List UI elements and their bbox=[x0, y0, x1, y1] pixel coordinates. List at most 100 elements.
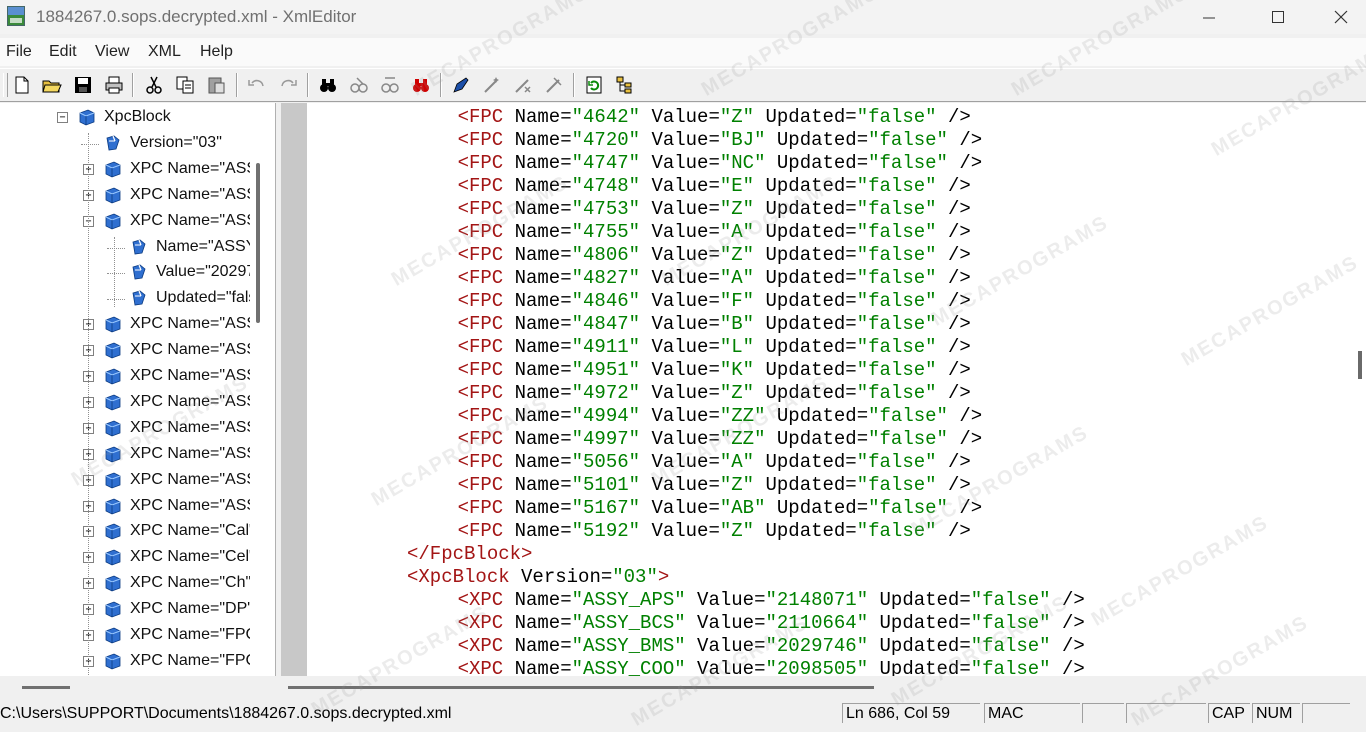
code-line[interactable]: <FPC Name="4806" Value="Z" Updated="fals… bbox=[458, 244, 971, 267]
tree-node[interactable]: +XPC Name="ASSY" bbox=[0, 417, 250, 441]
xml-element-icon bbox=[78, 108, 96, 126]
code-line[interactable]: <FPC Name="4827" Value="A" Updated="fals… bbox=[458, 267, 971, 290]
xml-attribute-value: "Z" bbox=[719, 244, 755, 266]
code-line[interactable]: <FPC Name="4748" Value="E" Updated="fals… bbox=[458, 175, 971, 198]
tree-node-label: XPC Name="ASSY" bbox=[130, 470, 250, 488]
xml-editor[interactable]: <FPC Name="4642" Value="Z" Updated="fals… bbox=[281, 103, 1366, 676]
tree-node[interactable]: + XPC Name="Ch" bbox=[0, 572, 250, 596]
close-button[interactable] bbox=[1318, 2, 1364, 30]
delete-attribute-button[interactable] bbox=[511, 73, 535, 97]
tree-horizontal-scrollbar[interactable] bbox=[22, 686, 70, 689]
code-line[interactable]: <FPC Name="5101" Value="Z" Updated="fals… bbox=[458, 474, 971, 497]
menu-edit[interactable]: Edit bbox=[49, 43, 77, 61]
code-line[interactable]: <XPC Name="ASSY_COO" Value="2098505" Upd… bbox=[458, 658, 1085, 676]
tree-node-label: XPC Name="FPC" bbox=[130, 626, 250, 643]
insert-element-button[interactable] bbox=[449, 73, 473, 97]
code-line[interactable]: <XPC Name="ASSY_BCS" Value="2110664" Upd… bbox=[458, 612, 1085, 635]
save-button[interactable] bbox=[71, 73, 95, 97]
tree-node[interactable]: −XPC Name="ASSY_BMS" bbox=[0, 210, 250, 234]
menu-file[interactable]: File bbox=[6, 43, 32, 61]
find-next-button[interactable] bbox=[347, 73, 371, 97]
code-line[interactable]: <FPC Name="5167" Value="AB" Updated="fal… bbox=[458, 497, 983, 520]
tree-node[interactable]: + XPC Name="Cal" bbox=[0, 520, 250, 544]
tree-node[interactable]: +XPC Name="ASSY" bbox=[0, 469, 250, 493]
tree-node[interactable]: + XPC Name="FPC" bbox=[0, 624, 250, 648]
delete-element-button[interactable] bbox=[542, 73, 566, 97]
copy-button[interactable] bbox=[173, 73, 197, 97]
toolbar-grip[interactable] bbox=[3, 73, 8, 97]
code-line[interactable]: <FPC Name="4755" Value="A" Updated="fals… bbox=[458, 221, 971, 244]
insert-attribute-button[interactable] bbox=[480, 73, 504, 97]
code-line[interactable]: <FPC Name="4753" Value="Z" Updated="fals… bbox=[458, 198, 971, 221]
code-line[interactable]: <FPC Name="4720" Value="BJ" Updated="fal… bbox=[458, 129, 983, 152]
tree-node[interactable]: +XPC Name="ASSY" bbox=[0, 495, 250, 519]
xml-tag: <XPC bbox=[457, 589, 504, 611]
cut-button[interactable] bbox=[142, 73, 166, 97]
tree-node[interactable]: + XPC Name="Cel" bbox=[0, 546, 250, 570]
code-line[interactable]: <FPC Name="4997" Value="ZZ" Updated="fal… bbox=[458, 428, 983, 451]
tree-node[interactable]: +XPC Name="ASSY" bbox=[0, 365, 250, 389]
code-line[interactable]: <FPC Name="4847" Value="B" Updated="fals… bbox=[458, 313, 971, 336]
print-button[interactable] bbox=[102, 73, 126, 97]
editor-horizontal-scrollbar[interactable] bbox=[288, 686, 874, 689]
code-line[interactable]: <FPC Name="4747" Value="NC" Updated="fal… bbox=[458, 152, 983, 175]
menu-xml[interactable]: XML bbox=[148, 43, 181, 61]
tree-view-button[interactable] bbox=[613, 73, 637, 97]
status-empty-3 bbox=[1302, 703, 1350, 723]
menu-help[interactable]: Help bbox=[200, 43, 233, 61]
code-line[interactable]: <FPC Name="4846" Value="F" Updated="fals… bbox=[458, 290, 971, 313]
code-line[interactable]: <FPC Name="4911" Value="L" Updated="fals… bbox=[458, 336, 971, 359]
undo-button[interactable] bbox=[245, 73, 269, 97]
binoculars-icon bbox=[320, 79, 336, 92]
xml-attribute-name: Updated= bbox=[868, 635, 971, 657]
xml-tag: <FPC bbox=[457, 520, 504, 542]
tree-node[interactable]: +XPC Name="ASSY_COO" bbox=[0, 313, 250, 337]
xml-attribute-value: "4753" bbox=[571, 198, 641, 220]
editor-vertical-scrollbar[interactable] bbox=[1358, 351, 1362, 379]
menu-view[interactable]: View bbox=[95, 43, 129, 61]
tree-node[interactable]: +XPC Name="ASSY_BCS" bbox=[0, 184, 250, 208]
xml-attribute-name: Updated= bbox=[754, 359, 857, 381]
xml-attribute-value: "false" bbox=[868, 428, 948, 450]
refresh-button[interactable] bbox=[582, 73, 606, 97]
code-line[interactable]: <FPC Name="4642" Value="Z" Updated="fals… bbox=[458, 106, 971, 129]
tree-node[interactable]: + XPC Name="DP" bbox=[0, 598, 250, 622]
code-line[interactable]: <XPC Name="ASSY_APS" Value="2148071" Upd… bbox=[458, 589, 1085, 612]
code-line[interactable]: <XpcBlock Version="03"> bbox=[407, 566, 669, 589]
collapse-icon[interactable]: − bbox=[57, 112, 68, 123]
open-folder-icon bbox=[42, 80, 62, 93]
code-line[interactable]: <FPC Name="4951" Value="K" Updated="fals… bbox=[458, 359, 971, 382]
tree-vertical-scrollbar[interactable] bbox=[256, 163, 260, 323]
open-button[interactable] bbox=[40, 73, 64, 97]
redo-button[interactable] bbox=[276, 73, 300, 97]
find-all-button[interactable] bbox=[409, 73, 433, 97]
xml-attribute-value: "false" bbox=[970, 658, 1051, 676]
replace-button[interactable] bbox=[378, 73, 402, 97]
tree-node[interactable]: +XPC Name="ASSY" bbox=[0, 339, 250, 363]
xml-tree-panel[interactable]: − XpcBlock Version="03" +XPC Name="ASSY_APS… bbox=[0, 103, 276, 676]
code-line[interactable]: <FPC Name="5192" Value="Z" Updated="fals… bbox=[458, 520, 971, 543]
code-line[interactable]: <FPC Name="4972" Value="Z" Updated="fals… bbox=[458, 382, 971, 405]
tree-node[interactable]: + XPC Name="FPC" bbox=[0, 650, 250, 674]
code-line[interactable]: <FPC Name="5056" Value="A" Updated="fals… bbox=[458, 451, 971, 474]
paste-button[interactable] bbox=[204, 73, 228, 97]
tree-node[interactable]: Version="03" bbox=[0, 132, 250, 156]
tree-node[interactable]: − XpcBlock bbox=[0, 106, 250, 130]
tree-node[interactable]: +XPC Name="ASSY" bbox=[0, 391, 250, 415]
tree-node[interactable]: Value="2029746" bbox=[0, 261, 250, 285]
xml-attribute-name: Name= bbox=[503, 635, 572, 657]
tree-node[interactable]: Updated="false" bbox=[0, 287, 250, 311]
code-line[interactable]: <FPC Name="4994" Value="ZZ" Updated="fal… bbox=[458, 405, 983, 428]
tree-node[interactable]: +XPC Name="ASSY" bbox=[0, 443, 250, 467]
tree-node[interactable]: +XPC Name="ASSY_APS" bbox=[0, 158, 250, 182]
maximize-button[interactable] bbox=[1255, 2, 1301, 30]
xml-tag-end: /> bbox=[1050, 658, 1085, 676]
tree-node[interactable]: Name="ASSY_BMS" bbox=[0, 236, 250, 260]
minimize-button[interactable] bbox=[1186, 2, 1232, 30]
xml-attribute-value: "Z" bbox=[719, 106, 755, 128]
code-line[interactable]: </FpcBlock> bbox=[407, 543, 532, 566]
find-button[interactable] bbox=[316, 73, 340, 97]
xml-attribute-name: Updated= bbox=[754, 221, 857, 243]
new-file-button[interactable] bbox=[10, 73, 34, 97]
code-line[interactable]: <XPC Name="ASSY_BMS" Value="2029746" Upd… bbox=[458, 635, 1085, 658]
